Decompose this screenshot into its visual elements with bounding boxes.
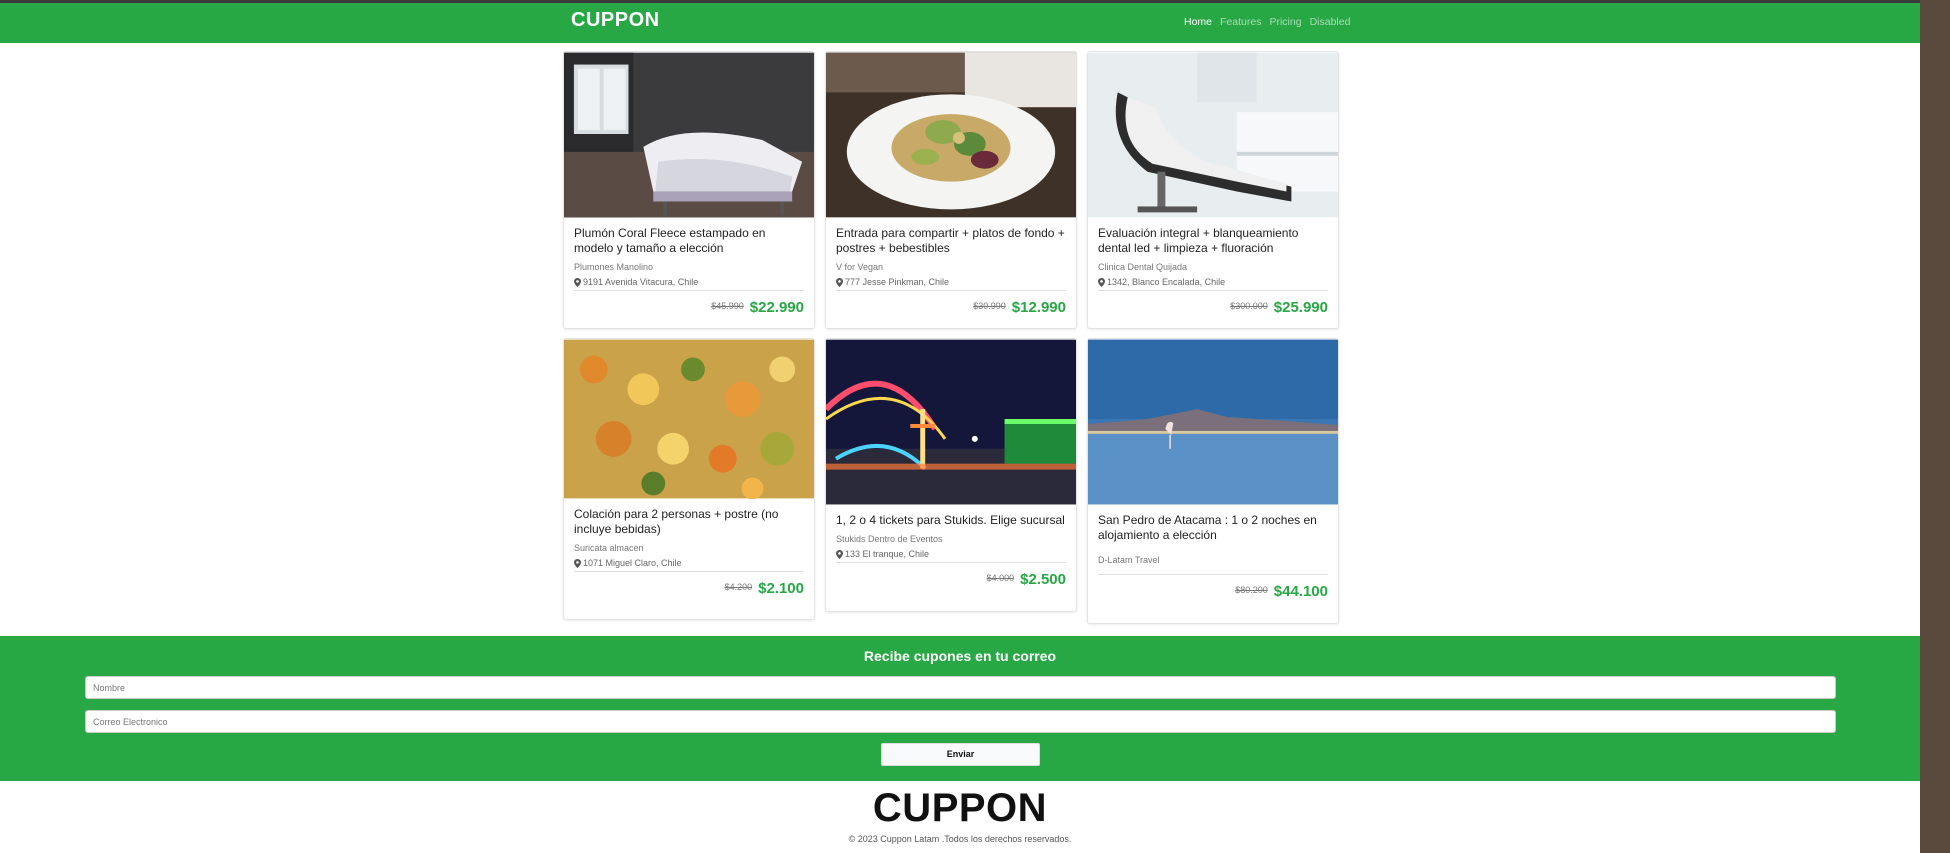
deal-price: $22.990	[749, 299, 804, 316]
amusement-park-photo	[826, 339, 1076, 505]
deal-title[interactable]: 1, 2 o 4 tickets para Stukids. Elige suc…	[836, 513, 1066, 528]
navbar: CUPPON Home Features Pricing Disabled	[0, 3, 1920, 43]
deal-vendor: Plumones Manolino	[574, 262, 654, 272]
deal-prices: $30.990 $12.990	[836, 291, 1066, 326]
map-pin-icon	[1098, 277, 1105, 287]
email-field[interactable]: Correo Electronico	[85, 710, 1836, 733]
deal-card[interactable]: Plumón Coral Fleece estampado en modelo …	[563, 51, 815, 329]
deal-card[interactable]: Evaluación integral + blanqueamiento den…	[1087, 51, 1339, 329]
nav-link-pricing[interactable]: Pricing	[1269, 16, 1301, 28]
deal-card[interactable]: 1, 2 o 4 tickets para Stukids. Elige suc…	[825, 338, 1077, 612]
footer-copyright: © 2023 Cuppon Latam .Todos los derechos …	[848, 834, 1072, 844]
deal-old-price: $80.200	[1235, 585, 1268, 595]
map-pin-icon	[574, 277, 581, 287]
deal-vendor: Clinica Dental Quijada	[1098, 262, 1188, 272]
brand-logo[interactable]: CUPPON	[571, 9, 660, 32]
nav-link-disabled: Disabled	[1309, 16, 1351, 28]
deal-prices: $4.000 $2.500	[836, 563, 1066, 598]
deal-location: 777 Jesse Pinkman, Chile	[836, 277, 1066, 291]
deal-location-text: 1342, Blanco Encalada, Chile	[1107, 277, 1226, 287]
deal-title[interactable]: San Pedro de Atacama : 1 o 2 noches en a…	[1098, 513, 1328, 543]
deal-location: 133 El tranque, Chile	[836, 549, 1066, 563]
deal-old-price: $45.990	[711, 301, 744, 311]
deal-prices: $80.200 $44.100	[1098, 575, 1328, 610]
deal-location-text: 133 El tranque, Chile	[845, 549, 930, 559]
deal-vendor: V for Vegan	[836, 262, 884, 272]
deal-card[interactable]: San Pedro de Atacama : 1 o 2 noches en a…	[1087, 338, 1339, 624]
dental-chair-photo	[1088, 52, 1338, 218]
newsletter-section: Recibe cupones en tu correo Nombre Corre…	[0, 636, 1920, 781]
deal-prices: $300.000 $25.990	[1098, 291, 1328, 326]
footer-logo: CUPPON	[872, 786, 1048, 830]
deal-old-price: $4.000	[986, 573, 1015, 583]
deal-location: 9191 Avenida Vitacura, Chile	[574, 277, 804, 291]
deal-card[interactable]: Entrada para compartir + platos de fondo…	[825, 51, 1077, 329]
deal-title[interactable]: Evaluación integral + blanqueamiento den…	[1098, 226, 1328, 256]
name-field[interactable]: Nombre	[85, 676, 1836, 699]
deal-price: $2.500	[1020, 571, 1066, 588]
deal-price: $44.100	[1273, 583, 1328, 600]
deal-price: $12.990	[1011, 299, 1066, 316]
deal-location-text: 9191 Avenida Vitacura, Chile	[583, 277, 699, 287]
deal-title[interactable]: Plumón Coral Fleece estampado en modelo …	[574, 226, 804, 256]
deal-old-price: $4.200	[724, 582, 753, 592]
flamingo-lagoon-photo	[1088, 339, 1338, 505]
deal-location-text: 777 Jesse Pinkman, Chile	[845, 277, 950, 287]
nav-link-home[interactable]: Home	[1184, 16, 1212, 28]
deal-vendor: Stukids Dentro de Eventos	[836, 534, 943, 544]
deal-old-price: $30.990	[973, 301, 1006, 311]
deal-card[interactable]: Colación para 2 personas + postre (no in…	[563, 338, 815, 620]
map-pin-icon	[574, 558, 581, 568]
deal-title[interactable]: Colación para 2 personas + postre (no in…	[574, 507, 804, 537]
map-pin-icon	[836, 549, 843, 559]
deal-location: 1071 Miguel Claro, Chile	[574, 558, 804, 572]
deal-location-text: 1071 Miguel Claro, Chile	[583, 558, 682, 568]
map-pin-icon	[836, 277, 843, 287]
deal-title[interactable]: Entrada para compartir + platos de fondo…	[836, 226, 1066, 256]
page: CUPPON Home Features Pricing Disabled Pl…	[0, 0, 1920, 853]
newsletter-title: Recibe cupones en tu correo	[863, 648, 1057, 664]
deal-price: $2.100	[758, 580, 804, 597]
deal-prices: $45.990 $22.990	[574, 291, 804, 326]
nav-link-features[interactable]: Features	[1220, 16, 1261, 28]
deal-old-price: $300.000	[1230, 301, 1268, 311]
deal-location: 1342, Blanco Encalada, Chile	[1098, 277, 1328, 291]
deal-vendor: Suricata almacen	[574, 543, 644, 553]
submit-button[interactable]: Enviar	[881, 743, 1040, 766]
deal-vendor: D-Latam Travel	[1098, 555, 1160, 565]
bedroom-photo	[564, 52, 814, 218]
nav-links: Home Features Pricing Disabled	[1184, 16, 1350, 28]
stew-photo	[564, 339, 814, 499]
deal-price: $25.990	[1273, 299, 1328, 316]
deal-prices: $4.200 $2.100	[574, 572, 804, 607]
salad-bowl-photo	[826, 52, 1076, 218]
